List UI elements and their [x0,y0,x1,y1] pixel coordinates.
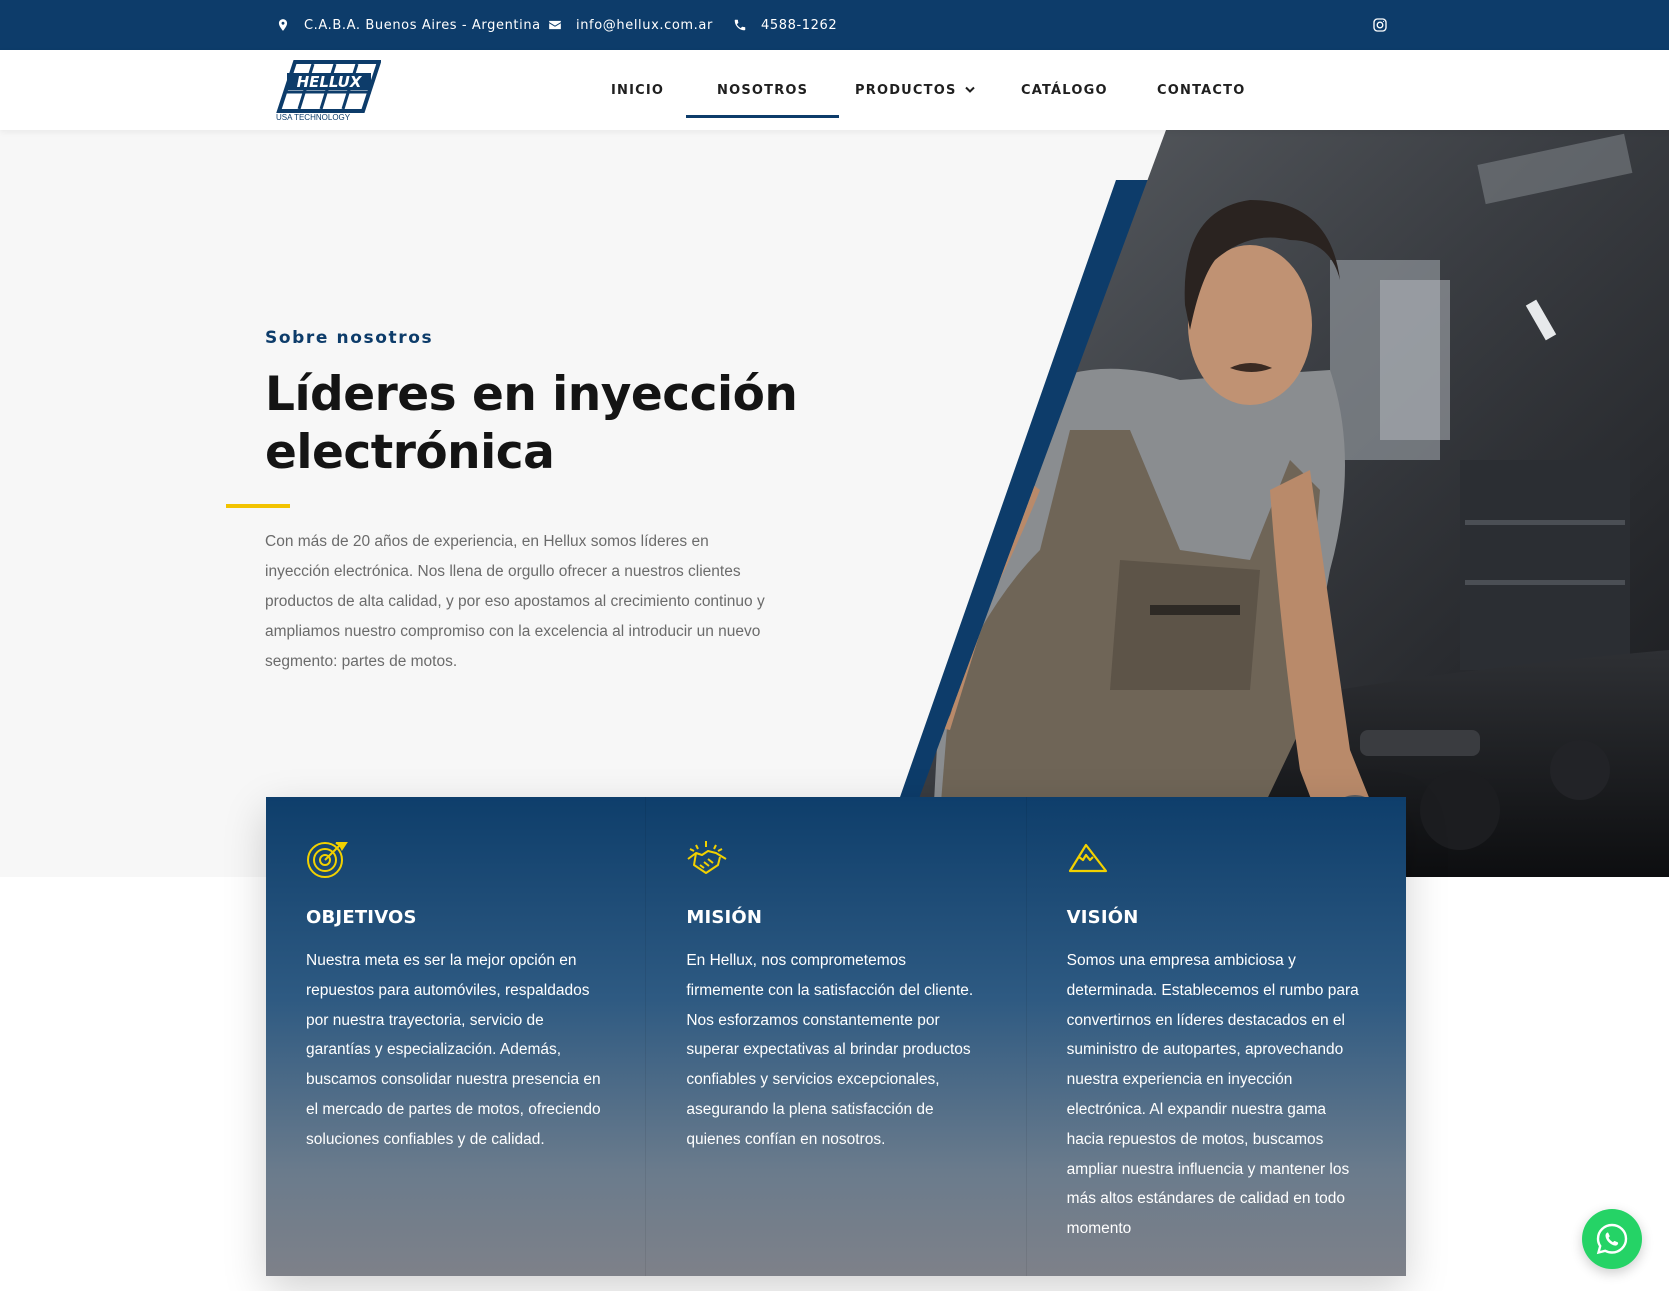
nav-catalogo[interactable]: CATÁLOGO [1021,50,1108,130]
nav-label: CONTACTO [1157,82,1246,98]
top-contact-bar: C.A.B.A. Buenos Aires - Argentina info@h… [0,0,1669,50]
accent-divider [226,504,290,508]
location-text: C.A.B.A. Buenos Aires - Argentina [304,17,541,33]
whatsapp-button[interactable] [1582,1209,1642,1269]
whatsapp-icon [1596,1223,1628,1255]
email-link[interactable]: info@hellux.com.ar [548,0,713,50]
nav-inicio[interactable]: INICIO [611,50,664,130]
card-mision: MISIÓN En Hellux, nos comprometemos firm… [646,797,1027,1276]
logo-wordmark: HELLUX [297,73,363,91]
handshake-icon [687,841,727,874]
instagram-icon[interactable] [1372,17,1388,33]
page-title: Líderes en inyección electrónica [265,367,798,480]
values-cards: OBJETIVOS Nuestra meta es ser la mejor o… [266,797,1406,1276]
nav-contacto[interactable]: CONTACTO [1157,50,1245,130]
envelope-icon [549,20,561,30]
card-vision: VISIÓN Somos una empresa ambiciosa y det… [1026,797,1406,1276]
location-pin-icon [278,19,288,31]
logo-tagline: USA TECHNOLOGY [276,113,351,121]
card-title: OBJETIVOS [306,907,417,928]
chevron-down-icon [964,86,975,93]
phone-link[interactable]: 4588-1262 [733,0,837,50]
card-text: En Hellux, nos comprometemos firmemente … [686,952,974,1148]
mountain-icon [1068,843,1107,873]
nav-label: INICIO [611,82,665,98]
nav-nosotros[interactable]: NOSOTROS [685,50,840,130]
target-icon [307,842,348,878]
intro-paragraph: Con más de 20 años de experiencia, en He… [265,533,765,670]
location-info: C.A.B.A. Buenos Aires - Argentina [276,0,541,50]
page: C.A.B.A. Buenos Aires - Argentina info@h… [0,0,1669,1291]
nav-label: PRODUCTOS [855,82,957,98]
card-objetivos: OBJETIVOS Nuestra meta es ser la mejor o… [266,797,647,1276]
nav-productos[interactable]: PRODUCTOS [855,50,975,130]
email-text: info@hellux.com.ar [576,17,713,33]
card-title: MISIÓN [686,907,763,928]
section-eyebrow: Sobre nosotros [265,328,434,348]
card-text: Nuestra meta es ser la mejor opción en r… [306,952,601,1148]
hellux-logo[interactable]: HELLUX USA TECHNOLOGY [273,59,382,122]
about-hero: Sobre nosotros Líderes en inyección elec… [0,130,1669,877]
card-text: Somos una empresa ambiciosa y determinad… [1066,952,1359,1238]
phone-icon [734,19,746,31]
nav-label: CATÁLOGO [1021,82,1108,98]
nav-label: NOSOTROS [717,82,809,98]
main-header: HELLUX USA TECHNOLOGY INICIO NOSOTROS PR… [0,50,1669,130]
phone-text: 4588-1262 [761,17,838,33]
card-title: VISIÓN [1066,907,1139,928]
